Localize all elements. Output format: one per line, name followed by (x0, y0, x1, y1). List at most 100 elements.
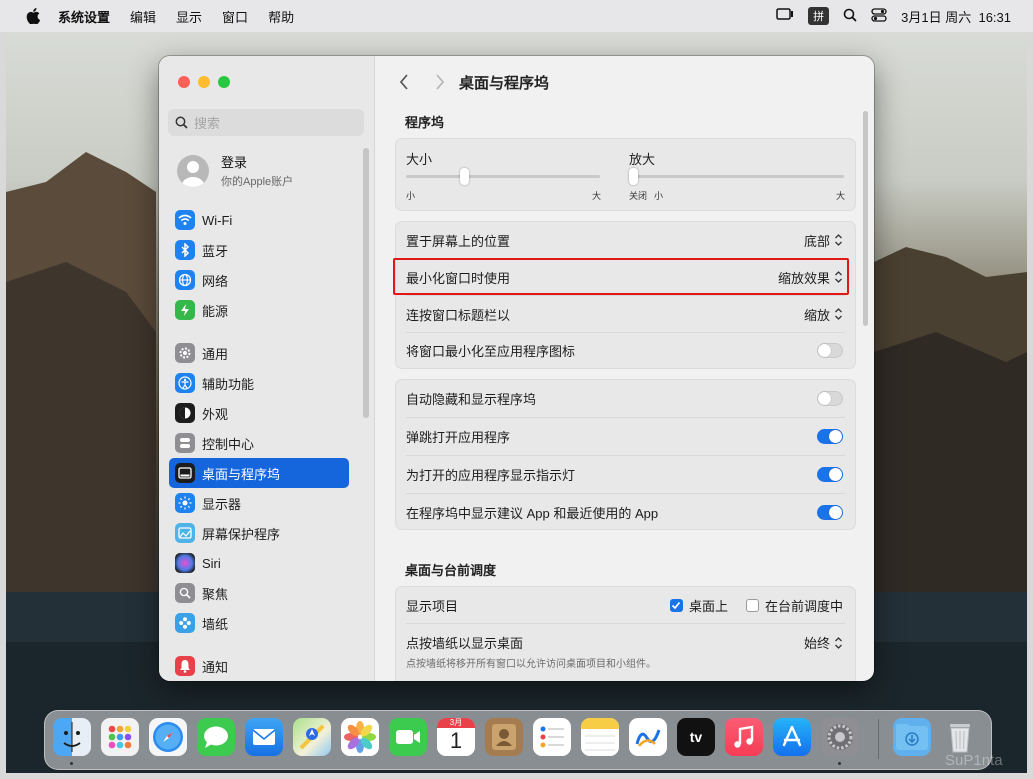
back-chevron-icon[interactable] (399, 74, 409, 90)
position-row[interactable]: 置于屏幕上的位置 底部 (396, 222, 855, 258)
app-store-icon[interactable] (773, 718, 811, 756)
sidebar-item-label: 屏幕保护程序 (202, 526, 281, 542)
watermark: SuP1nta (945, 752, 1003, 769)
accessibility-icon (175, 373, 195, 393)
menu-view[interactable]: 显示 (176, 7, 202, 26)
notes-icon[interactable] (581, 718, 619, 756)
freeform-icon[interactable] (629, 718, 667, 756)
trash-icon[interactable] (941, 718, 979, 756)
size-label: 大小 (406, 152, 433, 167)
launchpad-icon[interactable] (101, 718, 139, 756)
screen-mirroring-icon[interactable] (776, 7, 794, 25)
on-desktop-checkbox[interactable] (669, 598, 683, 612)
magnify-label: 放大 (629, 152, 656, 167)
magnify-slider-knob[interactable] (629, 168, 638, 185)
photos-icon[interactable] (341, 718, 379, 756)
wifi-icon (175, 210, 195, 230)
sidebar-scrollbar[interactable] (363, 148, 369, 418)
spotlight-search-icon[interactable] (843, 8, 857, 25)
stepper-chevron-icon (834, 636, 843, 650)
sidebar-item-energy[interactable]: 能源 (169, 295, 349, 325)
spotlight-icon (175, 583, 195, 603)
zoom-window-button[interactable] (218, 76, 230, 88)
sidebar-item-notifications[interactable]: 通知 (169, 651, 349, 681)
position-popup[interactable]: 底部 (804, 231, 843, 250)
sidebar-item-screensaver[interactable]: 屏幕保护程序 (169, 518, 349, 548)
recents-toggle[interactable] (817, 504, 843, 520)
menu-app-name[interactable]: 系统设置 (58, 7, 110, 26)
click-wallpaper-popup[interactable]: 始终 (804, 633, 843, 652)
sidebar-item-displays[interactable]: 显示器 (169, 488, 349, 518)
music-icon[interactable] (725, 718, 763, 756)
running-indicator (70, 762, 73, 765)
sidebar-item-desktop-dock[interactable]: 桌面与程序坞 (169, 458, 349, 488)
sidebar-item-label: 辅助功能 (202, 376, 255, 392)
desktop-stage-card: 显示项目 桌面上 在台前调度中 点按墙纸以显示桌面 点按墙纸将移开所有窗口以允许… (395, 586, 856, 681)
sidebar-item-label: 蓝牙 (202, 243, 229, 259)
click-wallpaper-desc: 点按墙纸将移开所有窗口以允许访问桌面项目和小组件。 (406, 659, 656, 670)
menu-window[interactable]: 窗口 (222, 7, 248, 26)
sidebar-item-label: 外观 (202, 406, 229, 422)
safari-icon[interactable] (149, 718, 187, 756)
main-pane: 桌面与程序坞 程序坞 大小 小 大 放大 关闭 小 大 置于屏幕上的位置 底部 (375, 56, 874, 681)
input-method-badge[interactable]: 拼 (808, 7, 830, 25)
click-wallpaper-row[interactable]: 点按墙纸以显示桌面 点按墙纸将移开所有窗口以允许访问桌面项目和小组件。 始终 (396, 624, 855, 670)
doubleclick-value: 缩放 (803, 307, 830, 323)
sidebar-item-appearance[interactable]: 外观 (169, 398, 349, 428)
minimize-to-icon-toggle[interactable] (817, 343, 843, 358)
autohide-toggle[interactable] (817, 391, 843, 406)
minimize-to-icon-label: 将窗口最小化至应用程序图标 (406, 344, 576, 359)
facetime-icon[interactable] (389, 718, 427, 756)
sidebar-item-control-center[interactable]: 控制中心 (169, 428, 349, 458)
menu-edit[interactable]: 编辑 (130, 7, 156, 26)
animate-toggle[interactable] (817, 429, 843, 444)
messages-icon[interactable] (197, 718, 235, 756)
apple-menu-icon[interactable] (26, 8, 40, 24)
sidebar-item-wallpaper[interactable]: 墙纸 (169, 608, 349, 638)
indicators-toggle[interactable] (817, 467, 843, 482)
doubleclick-row[interactable]: 连按窗口标题栏以 缩放 (396, 296, 855, 332)
maps-icon[interactable] (293, 718, 331, 756)
account-signin[interactable]: 登录 你的Apple账户 (177, 152, 293, 189)
reminders-icon[interactable] (533, 718, 571, 756)
stage-manager-checkbox[interactable] (745, 598, 759, 612)
calendar-icon[interactable]: 3月 1 (437, 718, 475, 756)
dock-size-card: 大小 小 大 放大 关闭 小 大 (395, 138, 856, 211)
sidebar-item-network[interactable]: 网络 (169, 265, 349, 295)
sidebar-item-general[interactable]: 通用 (169, 338, 349, 368)
menu-help[interactable]: 帮助 (268, 7, 294, 26)
magnify-slider-track[interactable] (629, 175, 844, 178)
contacts-icon[interactable] (485, 718, 523, 756)
position-label: 置于屏幕上的位置 (406, 233, 511, 249)
on-desktop-label: 桌面上 (688, 598, 728, 614)
calendar-month: 3月 (437, 718, 475, 728)
sidebar-item-accessibility[interactable]: 辅助功能 (169, 368, 349, 398)
menu-clock[interactable]: 3月1日 周六 16:31 (901, 7, 1011, 26)
system-settings-icon[interactable] (821, 718, 859, 756)
search-field[interactable]: 搜索 (168, 109, 364, 136)
autohide-label: 自动隐藏和显示程序坞 (406, 392, 537, 407)
finder-icon[interactable] (53, 718, 91, 756)
sidebar-item-label: Wi-Fi (202, 212, 233, 228)
forward-chevron-icon[interactable] (435, 74, 445, 90)
downloads-folder-icon[interactable] (893, 718, 931, 756)
control-center-menu-icon[interactable] (871, 7, 887, 25)
main-scrollbar[interactable] (863, 111, 868, 326)
close-window-button[interactable] (178, 76, 190, 88)
sidebar-item-spotlight[interactable]: 聚焦 (169, 578, 349, 608)
apple-tv-icon[interactable]: tv (677, 718, 715, 756)
size-max-label: 大 (592, 191, 602, 201)
size-slider-knob[interactable] (460, 168, 470, 185)
avatar-icon (177, 154, 209, 187)
highlight-box (393, 258, 849, 295)
doubleclick-popup[interactable]: 缩放 (804, 305, 843, 324)
size-slider-track[interactable] (406, 175, 600, 178)
magnify-off-label: 关闭 (629, 191, 648, 201)
sidebar-item-label: Siri (202, 555, 221, 571)
mail-icon[interactable] (245, 718, 283, 756)
sidebar-item-siri[interactable]: Siri (169, 548, 349, 578)
sidebar-item-label: 桌面与程序坞 (202, 466, 281, 482)
sidebar-item-wifi[interactable]: Wi-Fi (169, 205, 349, 235)
minimize-window-button[interactable] (198, 76, 210, 88)
sidebar-item-bluetooth[interactable]: 蓝牙 (169, 235, 349, 265)
